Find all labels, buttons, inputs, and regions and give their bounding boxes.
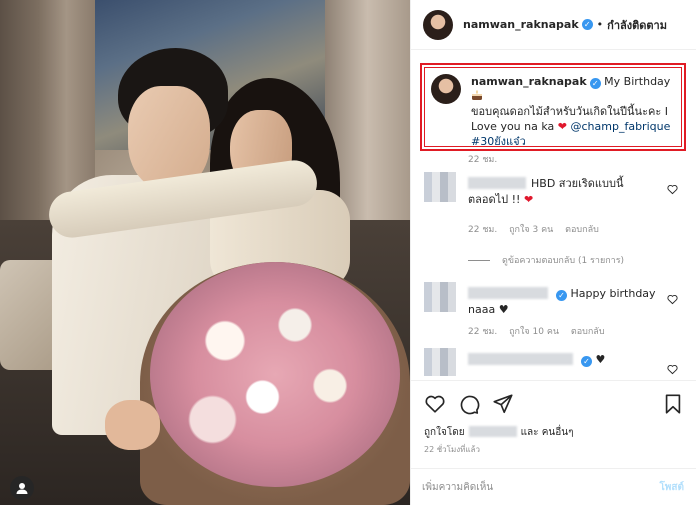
comment-icon[interactable] [458, 393, 480, 415]
broken-heart-icon: ❤ [523, 193, 534, 206]
caption-mention[interactable]: @champ_fabrique [571, 120, 671, 133]
comment-time: 22 ชม. [468, 225, 498, 235]
flower-bouquet [150, 262, 400, 487]
comment-meta: 22 ชม. ถูกใจ 3 คน ตอบกลับ [468, 222, 608, 236]
liked-by-user[interactable] [468, 426, 517, 437]
account-icon[interactable] [10, 476, 34, 500]
caption-time: 22 ชม. [468, 155, 498, 165]
red-heart-icon: ❤ [557, 120, 567, 133]
post-actions: ถูกใจโดย และ คนอื่นๆ 22 ชั่วโมงที่แล้ว [410, 380, 696, 460]
caption-line1: My Birthday [604, 75, 671, 88]
post-timestamp: 22 ชั่วโมงที่แล้ว [424, 445, 480, 454]
view-replies-button[interactable]: ดูข้อความตอบกลับ (1 รายการ) [468, 253, 624, 267]
comment-body: ✓ ♥ [468, 352, 658, 368]
header-username[interactable]: namwan_raknapak [463, 18, 579, 31]
follow-status-button[interactable]: กำลังติดตาม [607, 16, 667, 34]
divider [468, 259, 490, 261]
verified-icon: ✓ [589, 78, 601, 89]
caption: namwan_raknapak ✓ My Birthday ขอบคุณดอกไม… [424, 67, 682, 148]
share-icon[interactable] [492, 393, 514, 415]
verified-icon: ✓ [581, 356, 592, 367]
comment-input[interactable]: เพิ่มความคิดเห็น [422, 480, 659, 495]
verified-icon: ✓ [581, 19, 593, 30]
cake-icon [472, 90, 482, 100]
comment-reply-button[interactable]: ตอบกลับ [565, 225, 599, 235]
post-photo[interactable] [0, 0, 410, 505]
post-button[interactable]: โพสต์ [659, 480, 684, 495]
heart-icon[interactable] [424, 393, 446, 415]
comment-like-icon[interactable] [667, 184, 678, 195]
comment-avatar[interactable] [424, 348, 456, 376]
avatar[interactable] [423, 9, 453, 40]
comment-text: HBD สวยเริดแบบนี้ [531, 177, 624, 190]
caption-username[interactable]: namwan_raknapak [471, 75, 587, 88]
liked-by[interactable]: ถูกใจโดย และ คนอื่นๆ [424, 425, 573, 440]
comment-body: ✓ Happy birthday naaa ♥ [468, 286, 658, 318]
comment-likes[interactable]: ถูกใจ 3 คน [509, 225, 553, 235]
comment-like-icon[interactable] [667, 294, 678, 305]
liked-by-prefix: ถูกใจโดย [424, 427, 465, 438]
caption-hashtag[interactable]: #30ยังแจ๋ว [471, 135, 526, 148]
comment-reply-button[interactable]: ตอบกลับ [571, 327, 605, 337]
caption-line3: Love you na ka [471, 120, 555, 133]
verified-icon: ✓ [556, 290, 567, 301]
post-header: namwan_raknapak ✓ • กำลังติดตาม [411, 0, 696, 50]
add-comment-bar: เพิ่มความคิดเห็น โพสต์ [410, 468, 696, 505]
comment-body: HBD สวยเริดแบบนี้ ตลอดไป !! ❤ [468, 176, 658, 208]
view-replies-label: ดูข้อความตอบกลับ (1 รายการ) [502, 256, 625, 266]
man-hand [105, 400, 160, 450]
action-icons [424, 393, 514, 415]
comment-meta: 22 ชม. ถูกใจ 10 คน ตอบกลับ [468, 324, 614, 338]
comment-avatar[interactable] [424, 282, 456, 312]
comment-username[interactable] [468, 177, 526, 189]
bookmark-icon[interactable] [662, 393, 684, 415]
comment-avatar[interactable] [424, 172, 456, 202]
header-separator: • [596, 18, 604, 31]
liked-by-suffix[interactable]: และ คนอื่นๆ [521, 427, 574, 438]
comment-username[interactable] [468, 353, 573, 365]
comment-text: Happy birthday [570, 287, 656, 300]
caption-text: namwan_raknapak ✓ My Birthday ขอบคุณดอกไม… [471, 74, 677, 148]
comment-username[interactable] [468, 287, 548, 299]
comment-time: 22 ชม. [468, 327, 498, 337]
comment-like-icon[interactable] [667, 364, 678, 375]
comment-text-2: ตลอดไป !! [468, 193, 521, 206]
comment-text-2: naaa ♥ [468, 303, 509, 316]
caption-line2: ขอบคุณดอกไม้สำหรับวันเกิดในปีนี้นะคะ I [471, 105, 668, 118]
caption-avatar[interactable] [431, 74, 461, 104]
caption-highlight: namwan_raknapak ✓ My Birthday ขอบคุณดอกไม… [420, 63, 686, 151]
comment-text: ♥ [595, 353, 606, 366]
comment-likes[interactable]: ถูกใจ 10 คน [509, 327, 559, 337]
